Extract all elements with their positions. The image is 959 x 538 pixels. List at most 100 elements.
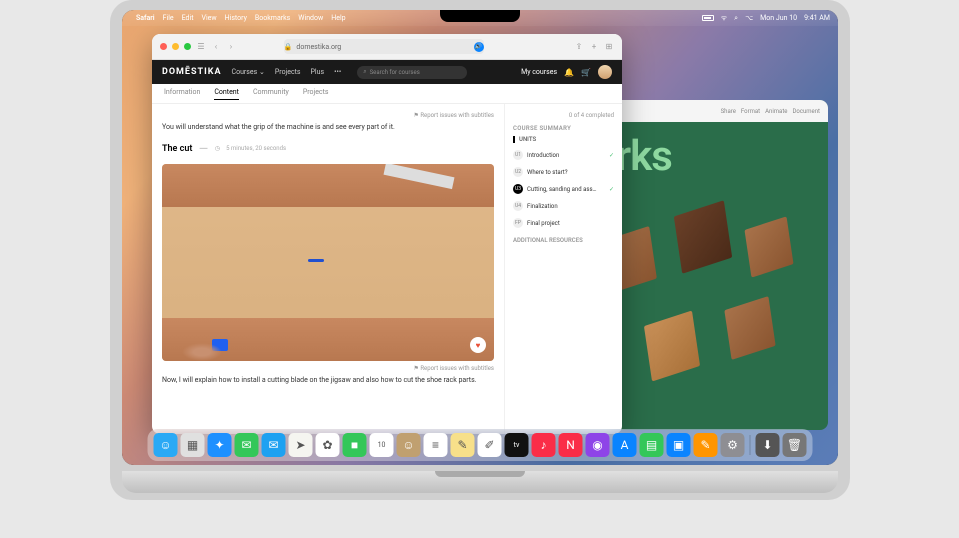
wifi-icon[interactable]: ᯤ <box>721 14 727 23</box>
close-button[interactable] <box>160 43 167 50</box>
dock-photos[interactable]: ✿ <box>316 433 340 457</box>
dock-appstore[interactable]: A <box>613 433 637 457</box>
battery-icon[interactable] <box>702 15 714 21</box>
dock-freeform[interactable]: ✐ <box>478 433 502 457</box>
menu-view[interactable]: View <box>201 14 216 22</box>
search-placeholder: Search for courses <box>370 69 420 76</box>
lesson-intro-text: You will understand what the grip of the… <box>162 123 494 131</box>
laptop-frame: Safari File Edit View History Bookmarks … <box>110 0 850 500</box>
sidebar-toggle-icon[interactable]: ☰ <box>196 42 206 52</box>
tab-projects[interactable]: Projects <box>303 88 329 99</box>
dock-settings[interactable]: ⚙ <box>721 433 745 457</box>
forward-button[interactable]: › <box>226 42 236 52</box>
dock-keynote[interactable]: ▣ <box>667 433 691 457</box>
subtitles-report-link[interactable]: ⚑ Report issues with subtitles <box>162 112 494 119</box>
unit-item[interactable]: U2 Where to start? <box>513 166 614 178</box>
tab-content[interactable]: Content <box>214 88 239 100</box>
menu-file[interactable]: File <box>163 14 174 22</box>
clock-icon: ◷ <box>215 145 220 152</box>
dock-safari[interactable]: ✦ <box>208 433 232 457</box>
site-logo[interactable]: DOMĒSTIKA <box>162 67 222 77</box>
menu-bookmarks[interactable]: Bookmarks <box>255 14 290 22</box>
avatar[interactable] <box>598 65 612 79</box>
menu-help[interactable]: Help <box>331 14 345 22</box>
video-player[interactable]: ♥ <box>162 164 494 361</box>
unit-code: U4 <box>513 201 523 211</box>
unit-name: Final project <box>527 220 610 227</box>
menubar-time[interactable]: 9:41 AM <box>804 14 830 22</box>
notch <box>440 10 520 22</box>
back-button[interactable]: ‹ <box>211 42 221 52</box>
unit-item[interactable]: U1Introduction✓ <box>513 149 614 161</box>
unit-name: Where to start? <box>527 169 610 176</box>
unit-item[interactable]: U3Cutting, sanding and ass…✓ <box>513 183 614 195</box>
dock-maps[interactable]: ➤ <box>289 433 313 457</box>
dock-pages[interactable]: ✎ <box>694 433 718 457</box>
menu-edit[interactable]: Edit <box>182 14 194 22</box>
unit-item[interactable]: U4Finalization <box>513 200 614 212</box>
lesson-duration: 5 minutes, 20 seconds <box>226 145 286 152</box>
new-tab-button[interactable]: + <box>589 42 599 52</box>
dock-tv[interactable]: tv <box>505 433 529 457</box>
dock-contacts[interactable]: ☺ <box>397 433 421 457</box>
dock-facetime[interactable]: ■ <box>343 433 367 457</box>
marker-object <box>308 259 324 262</box>
search-icon[interactable]: ⌕ <box>734 14 738 23</box>
dock-news[interactable]: N <box>559 433 583 457</box>
resources-heading[interactable]: ADDITIONAL RESOURCES <box>513 237 614 244</box>
nav-courses[interactable]: Courses ⌄ <box>232 68 265 76</box>
bgwin-tool[interactable]: Animate <box>765 108 787 115</box>
zoom-button[interactable] <box>184 43 191 50</box>
dock-music[interactable]: ♪ <box>532 433 556 457</box>
tab-information[interactable]: Information <box>164 88 200 99</box>
dock-downloads[interactable]: ⬇ <box>756 433 780 457</box>
unit-item[interactable]: FPFinal project <box>513 217 614 229</box>
dock-messages[interactable]: ✉ <box>235 433 259 457</box>
control-center-icon[interactable]: ⌥ <box>745 14 753 22</box>
bgwin-tool[interactable]: Format <box>741 108 760 115</box>
menubar-app[interactable]: Safari <box>136 14 155 22</box>
subtitles-report-link[interactable]: ⚑ Report issues with subtitles <box>162 365 494 372</box>
share-button[interactable]: ⇪ <box>574 42 584 52</box>
safari-chrome: ☰ ‹ › 🔒 domestika.org 🔊 ⇪ + ⊞ <box>152 34 622 60</box>
lesson-title: The cut <box>162 144 192 154</box>
dock-separator <box>750 435 751 455</box>
tabs-button[interactable]: ⊞ <box>604 42 614 52</box>
my-courses-link[interactable]: My courses <box>521 68 557 76</box>
dock-numbers[interactable]: ▤ <box>640 433 664 457</box>
site-search-input[interactable]: ⌕ Search for courses <box>357 66 467 79</box>
site-header: DOMĒSTIKA Courses ⌄ Projects Plus ••• ⌕ … <box>152 60 622 84</box>
nav-projects[interactable]: Projects <box>275 68 301 76</box>
cart-icon[interactable]: 🛒 <box>581 68 591 77</box>
site-badge-icon[interactable]: ♥ <box>470 337 486 353</box>
lesson-main: ⚑ Report issues with subtitles You will … <box>152 104 504 434</box>
menu-history[interactable]: History <box>225 14 247 22</box>
dock-mail[interactable]: ✉ <box>262 433 286 457</box>
minimize-button[interactable] <box>172 43 179 50</box>
units-heading: UNITS <box>513 136 614 143</box>
course-sidebar: 0 of 4 completed COURSE SUMMARY UNITS U1… <box>504 104 622 434</box>
dock-podcasts[interactable]: ◉ <box>586 433 610 457</box>
bgwin-tool[interactable]: Document <box>792 108 820 115</box>
progress-text: 0 of 4 completed <box>513 112 614 119</box>
unit-code: U2 <box>513 167 523 177</box>
unit-name: Cutting, sanding and ass… <box>527 186 605 193</box>
dock-calendar[interactable]: 10 <box>370 433 394 457</box>
dock-notes[interactable]: ✎ <box>451 433 475 457</box>
nav-more-icon[interactable]: ••• <box>334 68 341 76</box>
dock-launchpad[interactable]: ▦ <box>181 433 205 457</box>
hands-object <box>182 343 222 361</box>
notifications-icon[interactable]: 🔔 <box>564 68 574 77</box>
nav-plus[interactable]: Plus <box>311 68 325 76</box>
unit-code: U1 <box>513 150 523 160</box>
dock-trash[interactable]: 🗑 <box>783 433 807 457</box>
tab-community[interactable]: Community <box>253 88 289 99</box>
dock-finder[interactable]: ☺ <box>154 433 178 457</box>
menubar-date[interactable]: Mon Jun 10 <box>760 14 797 22</box>
address-bar[interactable]: 🔒 domestika.org 🔊 <box>284 39 484 54</box>
dock-reminders[interactable]: ≡ <box>424 433 448 457</box>
audio-indicator-icon[interactable]: 🔊 <box>474 42 484 52</box>
bgwin-tool[interactable]: Share <box>721 108 736 115</box>
menu-window[interactable]: Window <box>298 14 323 22</box>
laptop-base <box>122 471 838 493</box>
